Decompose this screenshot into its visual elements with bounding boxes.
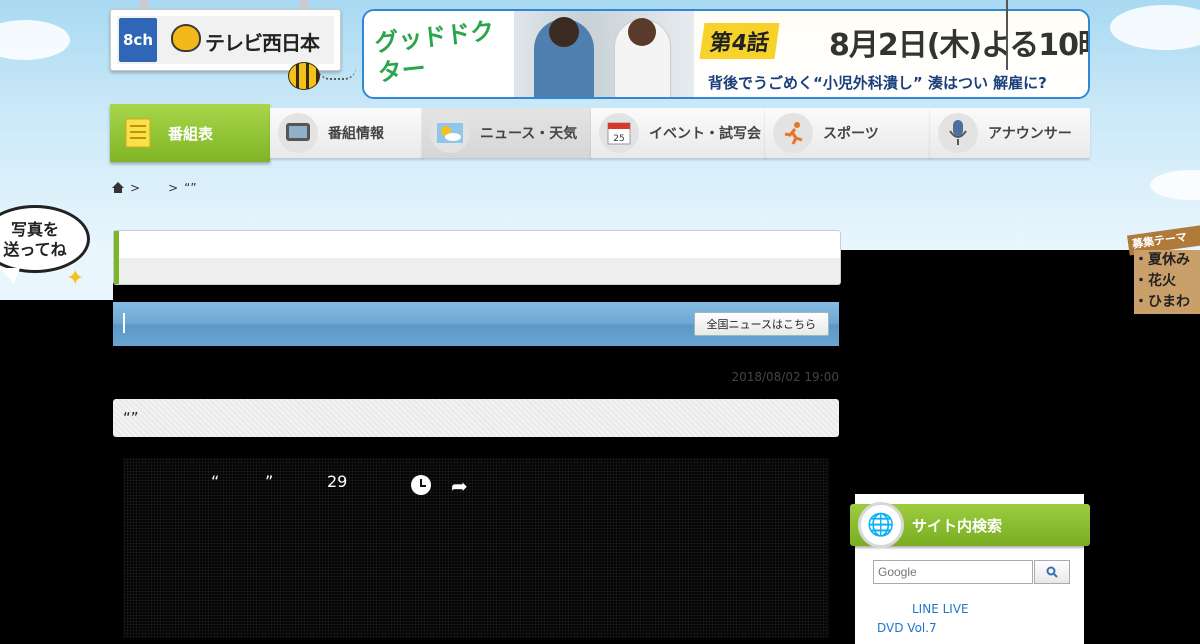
sidebar-link-line-live[interactable]: LINE LIVE (912, 602, 969, 616)
nav-item-program-info[interactable]: 番組情報 (270, 108, 423, 158)
runner-icon (773, 113, 813, 153)
sign-pole (300, 0, 308, 9)
nav-item-announcers[interactable]: アナウンサー (930, 108, 1090, 158)
bee-mascot-icon (288, 62, 320, 90)
nav-item-events[interactable]: 25 イベント・試写会 (591, 108, 766, 158)
hanging-string (1006, 0, 1008, 70)
calendar-day: 25 (613, 134, 624, 144)
breadcrumb: > > “” (112, 181, 197, 195)
show-title: グッドドクター (373, 16, 496, 88)
home-icon[interactable] (112, 182, 124, 194)
nav-item-schedule[interactable]: 番組表 (110, 104, 270, 162)
article-title: “” (113, 399, 839, 437)
share-icon[interactable]: ➦ (451, 474, 468, 498)
nav-label: スポーツ (823, 126, 879, 142)
breadcrumb-separator: > (130, 181, 141, 195)
video-number: 29 (327, 472, 348, 491)
cast-photo (514, 11, 694, 97)
station-name: テレビ西日本 (205, 31, 320, 55)
schedule-icon (118, 113, 158, 153)
globe-search-icon: 🌐 (858, 502, 904, 548)
weather-icon (430, 113, 470, 153)
airdate: 8月2日(木)よる10時 (829, 28, 1090, 63)
photo-theme-sign[interactable]: 募集テーマ ・夏休み ・花火 ・ひまわ (1126, 220, 1200, 316)
calendar-icon: 25 (599, 113, 639, 153)
video-player[interactable]: “ ” 29 ➦ (123, 458, 829, 638)
breadcrumb-separator: > (168, 181, 179, 195)
search-button[interactable] (1034, 560, 1070, 584)
banner-caption: 背後でうごめく“小児外科潰し” 湊はつい 解雇に? (708, 74, 1047, 92)
news-header-bar: 全国ニュースはこちら (113, 302, 839, 346)
article-date: 2018/08/02 19:00 (731, 370, 839, 384)
bee-trail (318, 68, 356, 80)
sign-item: ・夏休み (1134, 252, 1190, 268)
tv-icon (278, 113, 318, 153)
bubble-line: 送ってね (3, 240, 67, 259)
sign-item: ・花火 (1134, 273, 1176, 289)
section-heading-box (113, 230, 841, 285)
site-search-label: サイト内検索 (912, 516, 1003, 535)
nav-label: ニュース・天気 (480, 126, 578, 142)
nav-item-news-weather[interactable]: ニュース・天気 (422, 108, 592, 158)
national-news-button[interactable]: 全国ニュースはこちら (693, 312, 829, 336)
channel-badge: 8ch (119, 18, 157, 62)
main-nav: 番組表 番組情報 ニュース・天気 25 イベント・試写会 スポーツ アナウンサー (110, 104, 1090, 162)
nav-label: 番組情報 (328, 126, 384, 142)
search-icon (1046, 566, 1058, 578)
video-title-quote-open: “ (211, 472, 220, 491)
drama-promo-banner[interactable]: グッドドクター 第4話 8月2日(木)よる10時 背後でうごめく“小児外科潰し”… (362, 9, 1090, 99)
sign-pole (140, 0, 148, 9)
microphone-icon (938, 113, 978, 153)
search-input[interactable] (873, 560, 1033, 584)
nav-label: 番組表 (168, 124, 214, 143)
bubble-tail (0, 268, 20, 284)
sidebar-link-dvd[interactable]: DVD Vol.7 (877, 621, 937, 635)
episode-badge: 第4話 (699, 23, 780, 59)
site-search-heading: 🌐 サイト内検索 (850, 502, 1090, 548)
nav-label: アナウンサー (988, 126, 1072, 142)
breadcrumb-current: “” (184, 181, 197, 195)
mascot-face-icon (171, 24, 201, 52)
nav-item-sports[interactable]: スポーツ (765, 108, 931, 158)
sparkle-icon: ✦ (66, 266, 85, 291)
watch-later-icon[interactable] (411, 475, 431, 495)
video-title-quote-close: ” (265, 472, 274, 491)
nav-label: イベント・試写会 (649, 126, 761, 142)
bubble-line: 写真を (10, 220, 59, 239)
sign-item: ・ひまわ (1134, 294, 1190, 310)
